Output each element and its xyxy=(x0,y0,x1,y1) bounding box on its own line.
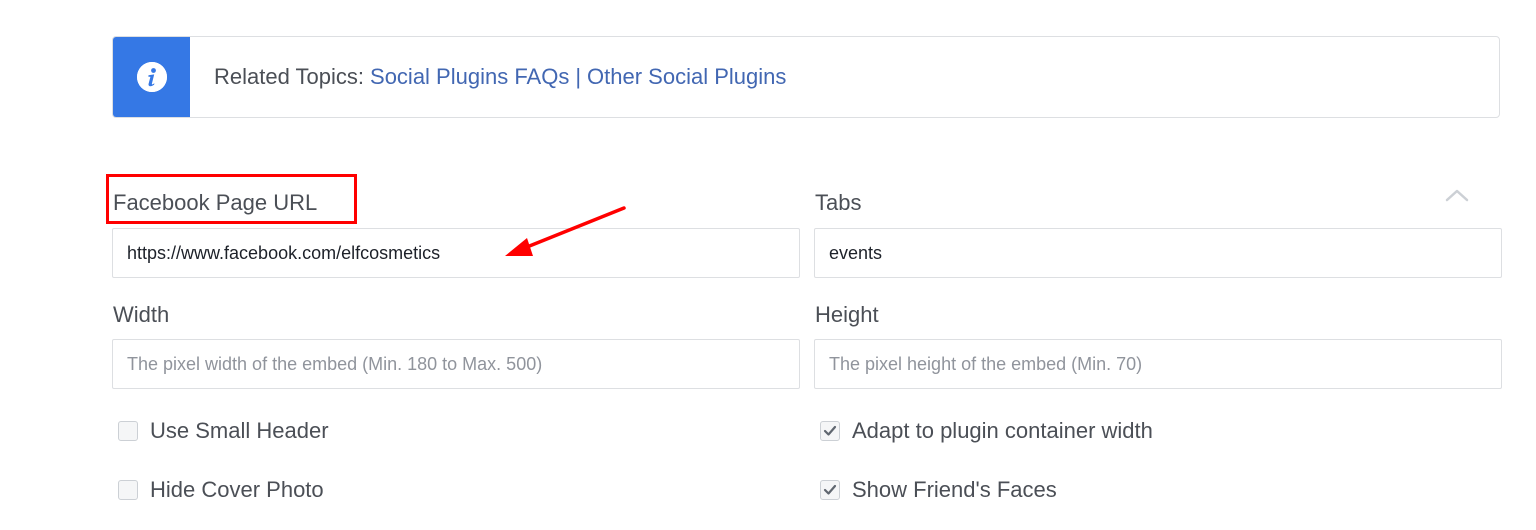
adapt-container-width-checkbox[interactable] xyxy=(820,421,840,441)
adapt-container-width-label: Adapt to plugin container width xyxy=(852,418,1153,443)
info-icon xyxy=(136,62,167,92)
width-label: Width xyxy=(113,302,170,327)
page-url-label: Facebook Page URL xyxy=(113,190,318,215)
checkmark-icon xyxy=(823,425,837,436)
show-friends-faces-option[interactable]: Show Friend's Faces xyxy=(820,477,1057,503)
adapt-container-width-option[interactable]: Adapt to plugin container width xyxy=(820,418,1153,444)
checkmark-icon xyxy=(823,484,837,495)
related-topics-label: Related Topics: xyxy=(214,64,365,89)
page-plugin-configurator: Related Topics: Social Plugins FAQs | Ot… xyxy=(0,0,1536,530)
height-input[interactable] xyxy=(814,339,1502,389)
height-label: Height xyxy=(815,302,879,327)
use-small-header-checkbox[interactable] xyxy=(118,421,138,441)
hide-cover-photo-checkbox[interactable] xyxy=(118,480,138,500)
info-icon-box xyxy=(113,37,190,117)
social-plugins-faqs-link[interactable]: Social Plugins FAQs xyxy=(370,64,569,90)
other-social-plugins-link[interactable]: Other Social Plugins xyxy=(587,64,786,90)
show-friends-faces-label: Show Friend's Faces xyxy=(852,477,1057,502)
related-topics-banner: Related Topics: Social Plugins FAQs | Ot… xyxy=(112,36,1500,118)
tabs-input[interactable] xyxy=(814,228,1502,278)
use-small-header-label: Use Small Header xyxy=(150,418,329,443)
chevron-up-icon[interactable] xyxy=(1444,186,1470,204)
page-url-input[interactable] xyxy=(112,228,800,278)
use-small-header-option[interactable]: Use Small Header xyxy=(118,418,329,444)
related-topics-text: Related Topics: Social Plugins FAQs | Ot… xyxy=(190,37,786,117)
width-input[interactable] xyxy=(112,339,800,389)
link-separator: | xyxy=(575,64,582,89)
hide-cover-photo-option[interactable]: Hide Cover Photo xyxy=(118,477,324,503)
hide-cover-photo-label: Hide Cover Photo xyxy=(150,477,324,502)
tabs-label: Tabs xyxy=(815,190,862,215)
show-friends-faces-checkbox[interactable] xyxy=(820,480,840,500)
